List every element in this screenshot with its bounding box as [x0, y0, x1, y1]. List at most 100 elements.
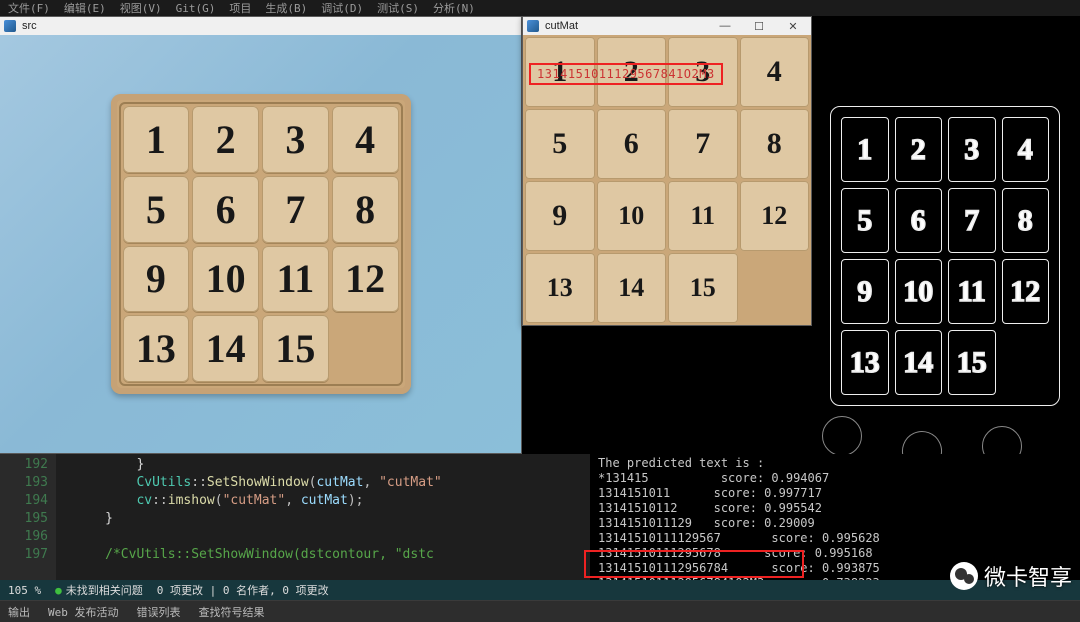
menu-bar[interactable]: 文件(F) 编辑(E) 视图(V) Git(G) 项目 生成(B) 调试(D) …	[0, 0, 1080, 16]
menu-item[interactable]: Git(G)	[176, 2, 216, 15]
ocr-overlay-box: 1314151011129567841O2M3	[529, 63, 723, 85]
cutmat-tile: 12	[740, 181, 810, 251]
maximize-button[interactable]: ☐	[745, 20, 773, 33]
cutmat-tile: 15	[668, 253, 738, 323]
contour-tile: 8	[1002, 188, 1050, 253]
puzzle-tile: 11	[262, 246, 329, 313]
contour-tile: 13	[841, 330, 889, 395]
cutmat-tile: 8	[740, 109, 810, 179]
opencv-icon	[527, 20, 539, 32]
tab-output[interactable]: 输出	[8, 604, 30, 620]
close-button[interactable]: ✕	[779, 20, 807, 33]
puzzle-tile: 12	[332, 246, 399, 313]
watermark: 微卡智享	[950, 560, 1072, 592]
puzzle-tile: 8	[332, 176, 399, 243]
line-number: 194	[0, 492, 48, 510]
menu-item[interactable]: 测试(S)	[377, 0, 419, 16]
wechat-icon	[950, 562, 978, 590]
line-number: 195	[0, 510, 48, 528]
minimize-button[interactable]: —	[711, 20, 739, 32]
console-line: 1314151011 score: 0.997717	[598, 486, 822, 500]
contour-tile: 14	[895, 330, 943, 395]
cutmat-content: 1 2 3 4 5 6 7 8 9 10 11 12 13 14 15 1314…	[523, 35, 811, 325]
cutmat-titlebar[interactable]: cutMat — ☐ ✕	[523, 17, 811, 35]
src-title: src	[22, 20, 37, 32]
menu-item[interactable]: 项目	[229, 0, 251, 16]
contour-tile: 4	[1002, 117, 1050, 182]
menu-item[interactable]: 调试(D)	[321, 0, 363, 16]
tab-symbols[interactable]: 查找符号结果	[199, 604, 265, 620]
contour-tile: 1	[841, 117, 889, 182]
menu-item[interactable]: 分析(N)	[433, 0, 475, 16]
puzzle-tile: 10	[192, 246, 259, 313]
contour-tile: 7	[948, 188, 996, 253]
puzzle-tile: 3	[262, 106, 329, 173]
contour-tile: 6	[895, 188, 943, 253]
menu-item[interactable]: 编辑(E)	[64, 0, 106, 16]
line-number: 197	[0, 546, 48, 564]
menu-item[interactable]: 文件(F)	[8, 0, 50, 16]
opencv-icon	[4, 20, 16, 32]
contour-tile: 10	[895, 259, 943, 324]
cutmat-tile: 11	[668, 181, 738, 251]
tab-web[interactable]: Web 发布活动	[48, 604, 119, 620]
noise-contour	[822, 416, 862, 454]
puzzle-tile: 7	[262, 176, 329, 243]
cutmat-tile: 5	[525, 109, 595, 179]
editor-console-area: 192 193 194 195 196 197 } CvUtils::SetSh…	[0, 454, 1080, 580]
puzzle-tile: 13	[123, 315, 190, 382]
console-line: *131415 score: 0.994067	[598, 471, 829, 485]
status-changes: 0 项更改 | 0 名作者, 0 项更改	[157, 582, 329, 598]
puzzle-tile: 4	[332, 106, 399, 173]
src-content: 1 2 3 4 5 6 7 8 9 10 11 12 13 14 15	[0, 35, 521, 453]
src-titlebar[interactable]: src	[0, 17, 521, 35]
puzzle-tile-blank	[332, 315, 399, 382]
noise-contour	[982, 426, 1022, 454]
puzzle-tile: 2	[192, 106, 259, 173]
status-bar[interactable]: 105 % 未找到相关问题 0 项更改 | 0 名作者, 0 项更改	[0, 580, 1080, 600]
puzzle-tile: 15	[262, 315, 329, 382]
contour-tile: 11	[948, 259, 996, 324]
cutmat-tile: 13	[525, 253, 595, 323]
window-cutmat[interactable]: cutMat — ☐ ✕ 1 2 3 4 5 6 7 8 9 10 11 12 …	[522, 16, 812, 326]
code-editor[interactable]: } CvUtils::SetShowWindow(cutMat, "cutMat…	[56, 454, 590, 580]
contour-tile: 2	[895, 117, 943, 182]
line-number: 192	[0, 456, 48, 474]
cutmat-tile: 10	[597, 181, 667, 251]
noise-contour	[896, 425, 947, 454]
console-line: 13141510111129567 score: 0.995628	[598, 531, 880, 545]
puzzle-tile: 14	[192, 315, 259, 382]
cutmat-tile: 7	[668, 109, 738, 179]
puzzle-tile: 9	[123, 246, 190, 313]
cutmat-title: cutMat	[545, 20, 578, 32]
line-number-gutter: 192 193 194 195 196 197	[0, 454, 56, 580]
tab-errlist[interactable]: 错误列表	[137, 604, 181, 620]
contour-tile: 9	[841, 259, 889, 324]
menu-item[interactable]: 生成(B)	[265, 0, 307, 16]
status-issues[interactable]: 未找到相关问题	[55, 582, 143, 598]
menu-item[interactable]: 视图(V)	[120, 0, 162, 16]
watermark-text: 微卡智享	[984, 560, 1072, 592]
zoom-level[interactable]: 105 %	[8, 584, 41, 597]
puzzle-tile: 6	[192, 176, 259, 243]
puzzle-board: 1 2 3 4 5 6 7 8 9 10 11 12 13 14 15	[111, 94, 411, 394]
contour-tile: 5	[841, 188, 889, 253]
puzzle-tile: 1	[123, 106, 190, 173]
cutmat-tile: 6	[597, 109, 667, 179]
contour-tile: 3	[948, 117, 996, 182]
contour-tile: 15	[948, 330, 996, 395]
line-number: 196	[0, 528, 48, 546]
cutmat-tile: 9	[525, 181, 595, 251]
contour-view: 1 2 3 4 5 6 7 8 9 10 11 12 13 14 15	[812, 16, 1080, 454]
bottom-tab-bar[interactable]: 输出 Web 发布活动 错误列表 查找符号结果	[0, 600, 1080, 622]
window-src[interactable]: src 1 2 3 4 5 6 7 8 9 10 11 12 13 14 15	[0, 16, 522, 454]
line-number: 193	[0, 474, 48, 492]
console-line: 13141510112 score: 0.995542	[598, 501, 822, 515]
cutmat-tile-blank	[740, 253, 810, 323]
ocr-result-highlight	[584, 550, 804, 578]
contour-board: 1 2 3 4 5 6 7 8 9 10 11 12 13 14 15	[830, 106, 1060, 406]
puzzle-tile: 5	[123, 176, 190, 243]
cutmat-tile: 14	[597, 253, 667, 323]
console-line: 1314151011129 score: 0.29009	[598, 516, 815, 530]
contour-tile: 12	[1002, 259, 1050, 324]
